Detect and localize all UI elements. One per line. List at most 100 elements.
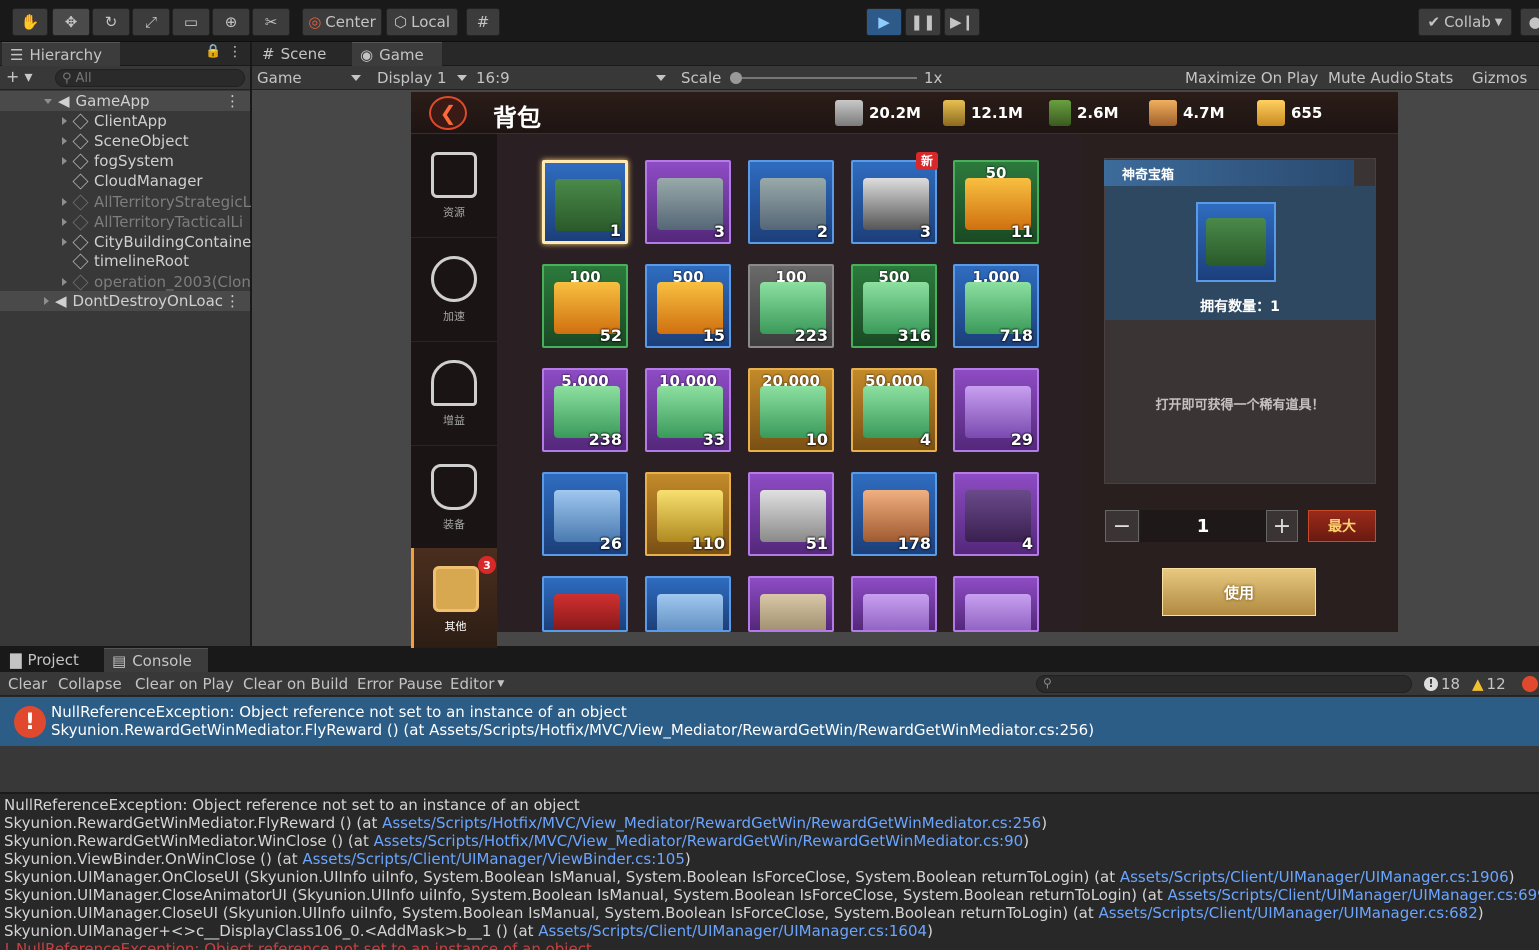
- console-search-input[interactable]: ⚲: [1036, 675, 1412, 693]
- rotate-tool-icon[interactable]: ↻: [92, 8, 130, 36]
- expand-arrow-icon[interactable]: [62, 198, 67, 206]
- hierarchy-row[interactable]: ClientApp: [0, 111, 250, 131]
- stack-link[interactable]: Assets/Scripts/Hotfix/MVC/View_Mediator/…: [382, 814, 1041, 832]
- item-cell[interactable]: 500 316: [851, 264, 937, 348]
- kebab-menu-icon[interactable]: ⋮: [225, 92, 240, 110]
- item-cell[interactable]: 50 11: [953, 160, 1039, 244]
- item-cell[interactable]: 100 52: [542, 264, 628, 348]
- max-button[interactable]: 最大: [1308, 510, 1376, 542]
- category-speedup[interactable]: 加速: [411, 238, 497, 342]
- item-cell-selected[interactable]: 1: [542, 160, 628, 244]
- expand-arrow-icon[interactable]: [44, 98, 52, 104]
- hierarchy-row[interactable]: AllTerritoryStrategicL: [0, 192, 251, 212]
- expand-arrow-icon[interactable]: [62, 238, 67, 246]
- item-cell[interactable]: 51: [748, 472, 834, 556]
- hierarchy-row[interactable]: AllTerritoryTacticalLi: [0, 212, 250, 232]
- expand-arrow-icon[interactable]: [62, 278, 67, 286]
- expand-arrow-icon[interactable]: [62, 117, 67, 125]
- stack-link[interactable]: Assets/Scripts/Client/UIManager/UIManage…: [1120, 868, 1509, 886]
- item-cell[interactable]: 178: [851, 472, 937, 556]
- error-pause-button[interactable]: Error Pause: [353, 672, 446, 696]
- hand-tool-icon[interactable]: ✋: [12, 8, 48, 36]
- quantity-input[interactable]: 1: [1140, 510, 1266, 542]
- gizmos-toggle[interactable]: Gizmos: [1472, 68, 1527, 88]
- step-button[interactable]: ▶❙: [944, 8, 980, 36]
- category-other[interactable]: 其他 3: [411, 548, 497, 652]
- expand-arrow-icon[interactable]: [62, 218, 67, 226]
- use-button[interactable]: 使用: [1162, 568, 1316, 616]
- tab-scene[interactable]: # Scene: [254, 42, 352, 66]
- item-cell[interactable]: 500 15: [645, 264, 731, 348]
- item-cell[interactable]: 100 223: [748, 264, 834, 348]
- hierarchy-row[interactable]: timelineRoot: [0, 251, 250, 271]
- item-cell[interactable]: 26: [542, 472, 628, 556]
- mute-audio-toggle[interactable]: Mute Audio: [1328, 68, 1413, 88]
- warnings-toggle[interactable]: ▲ 12: [1468, 672, 1510, 696]
- item-cell[interactable]: [953, 576, 1039, 632]
- game-mode-dropdown[interactable]: Game: [257, 68, 365, 88]
- rect-tool-icon[interactable]: ▭: [172, 8, 210, 36]
- hierarchy-row[interactable]: fogSystem: [0, 151, 250, 171]
- item-cell[interactable]: 3: [851, 160, 937, 244]
- errors-toggle[interactable]: ! 18: [1420, 672, 1464, 696]
- expand-arrow-icon[interactable]: [44, 297, 49, 305]
- scale-slider-handle[interactable]: [730, 72, 742, 84]
- hierarchy-row-dontdestroy[interactable]: ◀ DontDestroyOnLoac ⋮: [0, 291, 250, 311]
- category-equipment[interactable]: 装备: [411, 446, 497, 550]
- expand-arrow-icon[interactable]: [62, 157, 67, 165]
- item-cell[interactable]: 1,000 718: [953, 264, 1039, 348]
- increment-button[interactable]: +: [1266, 510, 1298, 542]
- aspect-dropdown[interactable]: 16:9: [476, 68, 668, 88]
- custom-tool-icon[interactable]: ✂: [252, 8, 290, 36]
- item-cell[interactable]: [851, 576, 937, 632]
- expand-arrow-icon[interactable]: [62, 137, 67, 145]
- tab-console[interactable]: ▤ Console: [104, 648, 208, 672]
- item-cell[interactable]: [645, 576, 731, 632]
- item-cell[interactable]: 5,000 238: [542, 368, 628, 452]
- hierarchy-search-input[interactable]: ⚲ All: [55, 69, 245, 87]
- console-entry-selected[interactable]: ! NullReferenceException: Object referen…: [0, 697, 1539, 746]
- scale-tool-icon[interactable]: ⤢: [132, 8, 170, 36]
- grid-snap-icon[interactable]: #: [466, 8, 500, 36]
- pivot-center-button[interactable]: ◎ Center: [302, 8, 382, 36]
- error-filter-icon[interactable]: [1522, 676, 1538, 692]
- pause-button[interactable]: ❚❚: [905, 8, 941, 36]
- hierarchy-row[interactable]: operation_2003(Clon: [0, 272, 251, 292]
- maximize-on-play-toggle[interactable]: Maximize On Play: [1185, 68, 1318, 88]
- tab-project[interactable]: ▇ Project: [2, 648, 100, 672]
- stack-link[interactable]: Assets/Scripts/Client/UIManager/ViewBind…: [302, 850, 685, 868]
- item-cell[interactable]: 10,000 33: [645, 368, 731, 452]
- item-cell[interactable]: 110: [645, 472, 731, 556]
- category-boost[interactable]: 增益: [411, 342, 497, 446]
- item-cell[interactable]: 29: [953, 368, 1039, 452]
- item-cell[interactable]: 3: [645, 160, 731, 244]
- stack-link[interactable]: Assets/Scripts/Client/UIManager/UIManage…: [1099, 904, 1478, 922]
- clear-on-build-button[interactable]: Clear on Build: [239, 672, 352, 696]
- play-button[interactable]: ▶: [866, 8, 902, 36]
- item-cell[interactable]: 20,000 10: [748, 368, 834, 452]
- transform-tool-icon[interactable]: ⊕: [212, 8, 250, 36]
- item-cell[interactable]: 4: [953, 472, 1039, 556]
- hierarchy-row[interactable]: CloudManager: [0, 171, 250, 191]
- collapse-button[interactable]: Collapse: [54, 672, 126, 696]
- kebab-menu-icon[interactable]: ⋮: [228, 44, 242, 60]
- stats-toggle[interactable]: Stats: [1415, 68, 1453, 88]
- lock-icon[interactable]: 🔒: [205, 44, 221, 59]
- collab-button[interactable]: ✔ Collab ▼: [1418, 8, 1512, 36]
- account-button[interactable]: ●: [1520, 8, 1539, 36]
- clear-on-play-button[interactable]: Clear on Play: [131, 672, 238, 696]
- move-tool-icon[interactable]: ✥: [52, 8, 90, 36]
- stack-link[interactable]: Assets/Scripts/Client/UIManager/UIManage…: [1168, 886, 1539, 904]
- hierarchy-row[interactable]: CityBuildingContaine: [0, 232, 251, 252]
- item-cell[interactable]: 2: [748, 160, 834, 244]
- hierarchy-row[interactable]: SceneObject: [0, 131, 250, 151]
- pivot-local-button[interactable]: ⬡ Local: [386, 8, 458, 36]
- category-resources[interactable]: 资源: [411, 134, 497, 238]
- item-cell[interactable]: 50,000 4: [851, 368, 937, 452]
- stack-link[interactable]: Assets/Scripts/Client/UIManager/UIManage…: [538, 922, 927, 940]
- create-plus-button[interactable]: + ▾: [6, 67, 33, 86]
- clear-button[interactable]: Clear: [4, 672, 51, 696]
- back-button[interactable]: ❮: [429, 96, 467, 130]
- tab-game[interactable]: ◉ Game: [352, 42, 442, 66]
- scale-slider-track[interactable]: [732, 77, 917, 79]
